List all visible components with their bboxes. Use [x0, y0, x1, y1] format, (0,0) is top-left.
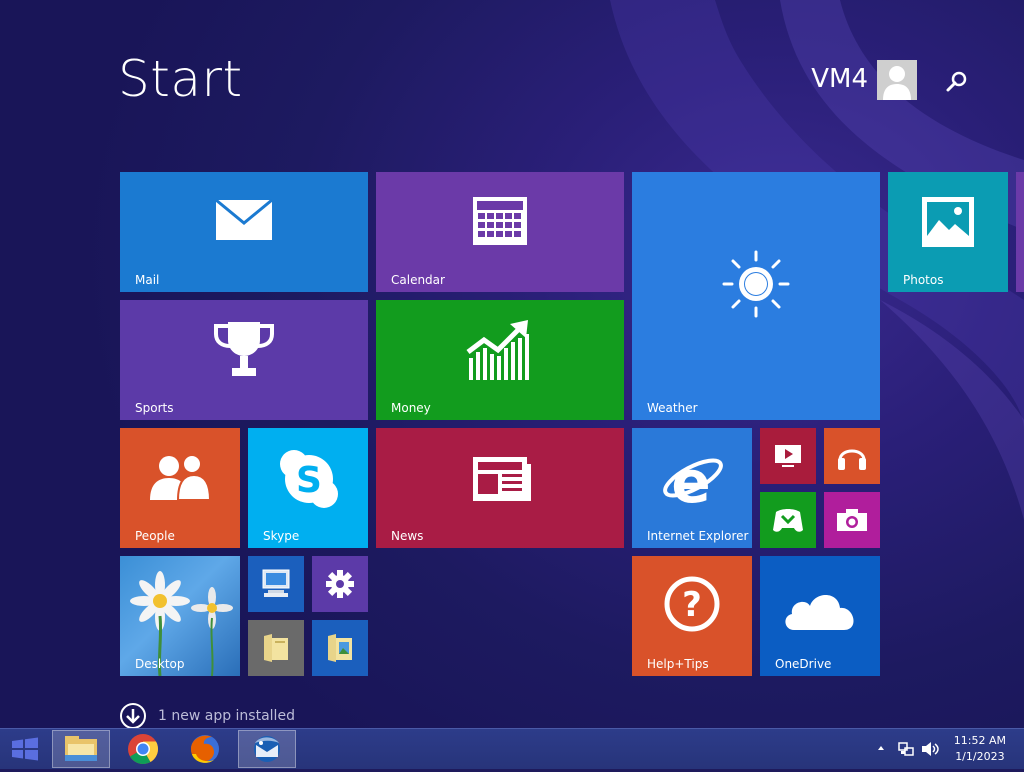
- tile-label: Weather: [647, 401, 698, 415]
- taskbar-thunderbird[interactable]: [238, 730, 296, 768]
- folder-pictures-icon: [328, 634, 352, 662]
- tile-partial-offscreen[interactable]: [1016, 172, 1024, 292]
- chart-up-icon: [466, 320, 529, 380]
- folder-icon: [264, 634, 288, 662]
- firefox-icon: [191, 735, 219, 763]
- chrome-icon: [128, 734, 158, 765]
- search-button[interactable]: [944, 68, 970, 94]
- tile-label: Sports: [135, 401, 174, 415]
- newspaper-icon: [473, 457, 531, 501]
- tile-label: Photos: [903, 273, 944, 287]
- tile-calendar[interactable]: Calendar: [376, 172, 624, 292]
- calendar-icon: [473, 197, 527, 245]
- video-icon: [775, 445, 801, 467]
- computer-icon: [262, 569, 290, 597]
- headphones-icon: [838, 449, 866, 470]
- user-name[interactable]: VM4: [811, 64, 868, 94]
- people-icon: [150, 454, 212, 501]
- svg-text:S: S: [296, 460, 322, 501]
- new-app-notice-text: 1 new app installed: [158, 708, 295, 724]
- tile-photos[interactable]: Photos: [888, 172, 1008, 292]
- tile-video[interactable]: [760, 428, 816, 484]
- tile-label: Skype: [263, 529, 300, 543]
- down-arrow-icon: [120, 703, 146, 728]
- tile-label: Money: [391, 401, 431, 415]
- camera-icon: [837, 509, 867, 531]
- tile-label: Internet Explorer: [647, 529, 749, 543]
- tile-onedrive[interactable]: OneDrive: [760, 556, 880, 676]
- new-app-notice[interactable]: 1 new app installed: [120, 702, 295, 728]
- svg-text:e: e: [671, 448, 710, 512]
- xbox-icon: [773, 509, 803, 532]
- taskbar-clock[interactable]: 11:52 AM 1/1/2023: [954, 733, 1006, 765]
- tile-mail[interactable]: Mail: [120, 172, 368, 292]
- skype-icon: S: [280, 450, 338, 508]
- tile-label: People: [135, 529, 175, 543]
- taskbar-chrome[interactable]: [114, 730, 172, 768]
- tile-games[interactable]: [760, 492, 816, 548]
- cloud-icon: [785, 595, 854, 630]
- tile-camera[interactable]: [824, 492, 880, 548]
- tile-help-tips[interactable]: ? Help+Tips: [632, 556, 752, 676]
- start-button[interactable]: [0, 730, 50, 768]
- taskbar-firefox[interactable]: [176, 730, 234, 768]
- tile-this-pc[interactable]: [248, 556, 304, 612]
- tile-skype[interactable]: S Skype: [248, 428, 368, 548]
- tile-file-explorer-docs[interactable]: [248, 620, 304, 676]
- sun-icon: [722, 250, 790, 318]
- trophy-icon: [214, 322, 274, 376]
- tile-money[interactable]: Money: [376, 300, 624, 420]
- svg-text:?: ?: [682, 585, 702, 625]
- taskbar: 11:52 AM 1/1/2023: [0, 728, 1024, 769]
- tile-internet-explorer[interactable]: e Internet Explorer: [632, 428, 752, 548]
- avatar[interactable]: [877, 60, 917, 100]
- tile-label: Desktop: [135, 657, 185, 671]
- mail-icon: [215, 199, 273, 240]
- tile-file-explorer-pictures[interactable]: [312, 620, 368, 676]
- tile-label: OneDrive: [775, 657, 832, 671]
- tile-label: News: [391, 529, 424, 543]
- tile-label: Help+Tips: [647, 657, 709, 671]
- tile-label: Calendar: [391, 273, 445, 287]
- thunderbird-icon: [254, 736, 280, 762]
- gear-icon: [326, 570, 354, 598]
- tile-desktop[interactable]: Desktop: [120, 556, 240, 676]
- taskbar-file-explorer[interactable]: [52, 730, 110, 768]
- file-explorer-icon: [65, 736, 97, 761]
- help-icon: ?: [664, 576, 720, 632]
- page-title: Start: [118, 50, 243, 108]
- tile-pc-settings[interactable]: [312, 556, 368, 612]
- volume-icon[interactable]: [920, 741, 940, 757]
- user-avatar-icon: [877, 60, 917, 100]
- tile-music[interactable]: [824, 428, 880, 484]
- tile-news[interactable]: News: [376, 428, 624, 548]
- tile-sports[interactable]: Sports: [120, 300, 368, 420]
- start-screen: Start VM4 Mail Calendar Weather Photos S…: [0, 0, 1024, 728]
- windows-logo-icon: [12, 737, 38, 761]
- clock-time: 11:52 AM: [953, 734, 1006, 747]
- network-icon[interactable]: [897, 741, 915, 757]
- show-hidden-icons-icon[interactable]: [876, 741, 886, 755]
- search-icon: [946, 71, 967, 92]
- tile-people[interactable]: People: [120, 428, 240, 548]
- tile-label: Mail: [135, 273, 160, 287]
- tile-weather[interactable]: Weather: [632, 172, 880, 420]
- clock-date: 1/1/2023: [955, 750, 1005, 763]
- internet-explorer-icon: e: [663, 448, 723, 512]
- photos-icon: [922, 197, 974, 247]
